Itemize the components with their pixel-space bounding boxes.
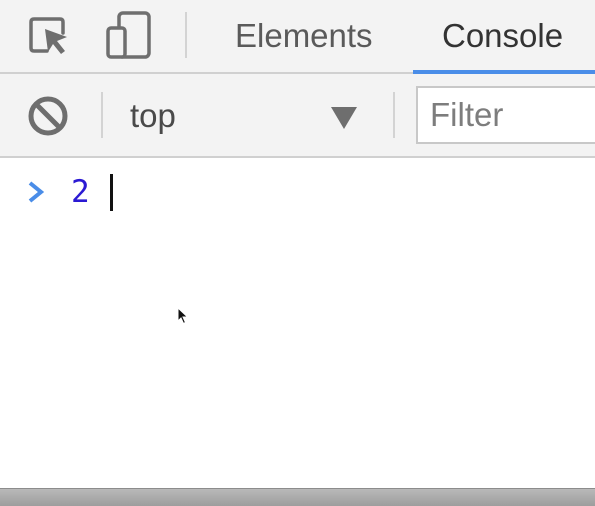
device-toolbar-icon[interactable] (104, 10, 154, 60)
console-output-area[interactable]: 2 (0, 158, 595, 488)
text-caret (110, 174, 113, 211)
toolbar-separator (101, 92, 103, 138)
dropdown-arrow-icon (331, 107, 357, 129)
tab-elements[interactable]: Elements (235, 0, 373, 74)
toolbar-separator (185, 12, 187, 58)
execution-context-value: top (130, 97, 176, 134)
tab-console[interactable]: Console (413, 0, 595, 74)
console-toolbar: top (0, 74, 595, 158)
console-input-text: 2 (71, 174, 90, 210)
toolbar-separator (393, 92, 395, 138)
console-prompt[interactable]: 2 (0, 170, 595, 214)
window-bottom-edge (0, 488, 595, 506)
filter-input[interactable] (416, 86, 595, 144)
mouse-pointer-icon (177, 307, 189, 325)
prompt-chevron-icon (28, 181, 45, 203)
devtools-window: Elements Console top 2 (0, 0, 595, 506)
inspect-element-icon[interactable] (24, 10, 74, 60)
devtools-tab-bar: Elements Console (0, 0, 595, 74)
execution-context-select[interactable]: top (116, 88, 366, 144)
clear-console-icon[interactable] (26, 94, 70, 138)
